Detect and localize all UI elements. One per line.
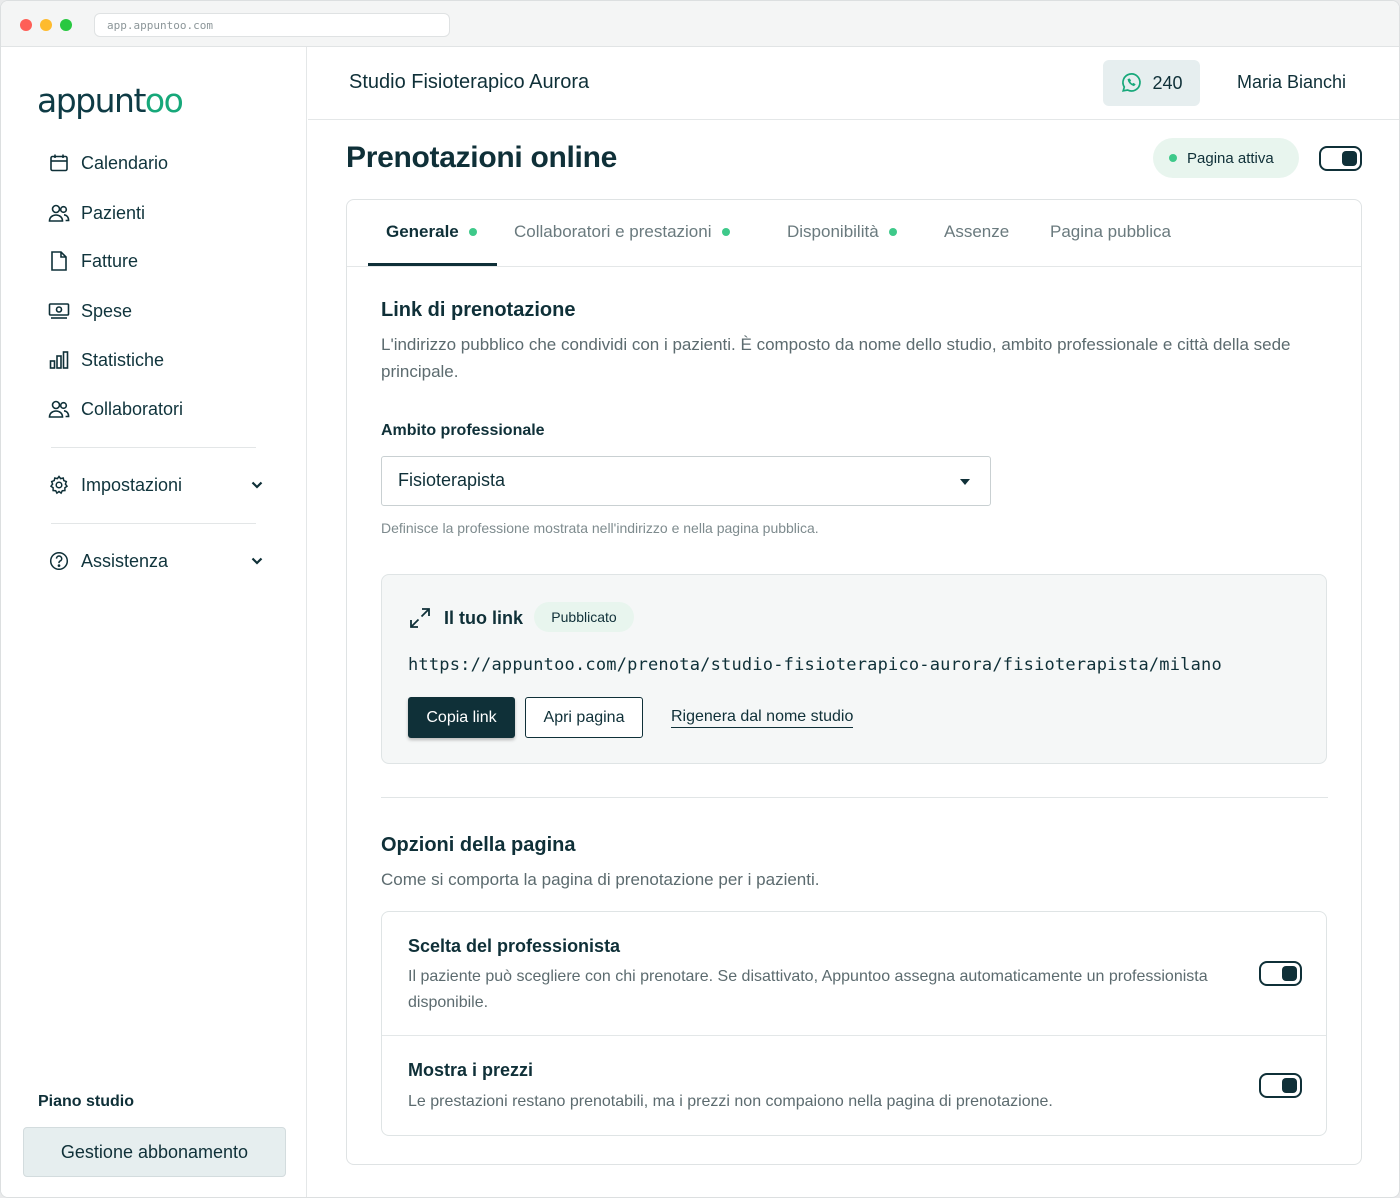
page-title: Prenotazioni online	[346, 141, 617, 174]
field-hint: Definisce la professione mostrata nell'i…	[381, 520, 819, 536]
link-box-title: Il tuo link	[444, 608, 523, 628]
section-description: Come si comporta la pagina di prenotazio…	[381, 870, 820, 889]
tab-pagina-pubblica[interactable]: Pagina pubblica	[1050, 222, 1171, 242]
expand-icon	[410, 608, 430, 628]
page-status-label: Pagina attiva	[1187, 149, 1274, 167]
users-icon	[47, 201, 71, 225]
gear-icon	[47, 473, 71, 497]
sidebar-item-label: Spese	[81, 300, 133, 321]
sidebar-item-label: Calendario	[81, 152, 169, 173]
sidebar-item-impostazioni[interactable]: Impostazioni	[39, 465, 279, 505]
cash-icon	[47, 299, 71, 323]
tab-label: Generale	[386, 222, 459, 241]
published-badge: Pubblicato	[534, 602, 634, 632]
bar-chart-icon	[47, 348, 71, 372]
professional-scope-select[interactable]: Fisioterapista	[381, 456, 991, 506]
sidebar-item-collaboratori[interactable]: Collaboratori	[39, 389, 279, 429]
option-description: Il paziente può scegliere con chi prenot…	[408, 968, 1208, 1011]
whatsapp-count: 240	[1152, 72, 1183, 93]
options-list: Scelta del professionista Il paziente pu…	[381, 911, 1327, 1136]
sidebar-item-calendario[interactable]: Calendario	[39, 143, 279, 183]
calendar-icon	[47, 151, 71, 175]
option-title: Mostra i prezzi	[408, 1060, 534, 1080]
option-title: Scelta del professionista	[408, 936, 621, 956]
copy-link-button[interactable]: Copia link	[408, 697, 515, 738]
page-status-badge: Pagina attiva	[1153, 138, 1299, 178]
section-divider	[381, 797, 1328, 798]
section-title-page-options: Opzioni della pagina	[381, 834, 576, 856]
page-active-toggle[interactable]	[1319, 146, 1362, 171]
chevron-down-icon[interactable]	[247, 551, 267, 571]
tab-disponibilita[interactable]: Disponibilità	[787, 222, 897, 242]
app-window: app.appuntoo.com appuntoo Calendario Paz…	[0, 0, 1400, 1198]
sidebar-item-statistiche[interactable]: Statistiche	[39, 340, 279, 380]
sidebar-item-label: Fatture	[81, 250, 139, 271]
tab-label: Assenze	[944, 222, 1010, 241]
tab-label: Disponibilità	[787, 222, 879, 241]
sidebar-item-label: Collaboratori	[81, 398, 184, 419]
logo-main: appunt	[37, 81, 146, 120]
users-icon	[47, 397, 71, 421]
tab-assenze[interactable]: Assenze	[944, 222, 1009, 242]
manage-subscription-button[interactable]: Gestione abbonamento	[23, 1127, 286, 1177]
studio-name[interactable]: Studio Fisioterapico Aurora	[349, 71, 589, 94]
regenerate-link[interactable]: Rigenera dal nome studio	[671, 708, 854, 728]
tab-status-dot	[888, 228, 897, 236]
section-title-booking-link: Link di prenotazione	[381, 299, 576, 321]
settings-card: Generale Collaboratori e prestazioni Dis…	[346, 199, 1362, 1165]
plan-label: Piano studio	[38, 1093, 134, 1110]
whatsapp-icon	[1120, 72, 1142, 94]
user-menu[interactable]: Maria Bianchi	[1237, 72, 1346, 93]
tab-collaboratori-prestazioni[interactable]: Collaboratori e prestazioni	[514, 222, 730, 242]
window-maximize-button[interactable]	[60, 19, 72, 31]
field-label: Ambito professionale	[381, 422, 545, 439]
window-minimize-button[interactable]	[40, 19, 52, 31]
option-divider	[382, 1035, 1326, 1036]
option-description: Le prestazioni restano prenotabili, ma i…	[408, 1093, 1053, 1110]
tab-status-dot	[468, 228, 477, 236]
logo-accent: oo	[144, 81, 184, 120]
sidebar-item-label: Impostazioni	[81, 474, 183, 495]
status-dot	[1169, 154, 1177, 162]
help-circle-icon	[47, 549, 71, 573]
toggle-knob	[1282, 1078, 1297, 1093]
choose-professional-toggle[interactable]	[1259, 961, 1302, 986]
address-bar[interactable]: app.appuntoo.com	[94, 13, 450, 37]
whatsapp-credits-button[interactable]: 240	[1103, 60, 1200, 106]
sidebar-divider	[51, 523, 256, 524]
toggle-knob	[1342, 151, 1357, 166]
select-value: Fisioterapista	[398, 470, 506, 490]
sidebar-item-label: Assistenza	[81, 550, 169, 571]
appuntoo-logo[interactable]: appuntoo	[37, 81, 184, 120]
tab-label: Collaboratori e prestazioni	[514, 222, 712, 241]
booking-url[interactable]: https://appuntoo.com/prenota/studio-fisi…	[408, 655, 1222, 675]
section-description: L'indirizzo pubblico che condividi con i…	[381, 335, 1291, 381]
window-close-button[interactable]	[20, 19, 32, 31]
caret-down-icon	[960, 479, 970, 485]
sidebar-item-assistenza[interactable]: Assistenza	[39, 541, 279, 581]
top-bar: Studio Fisioterapico Aurora 240 Maria Bi…	[308, 47, 1399, 120]
sidebar-item-fatture[interactable]: Fatture	[39, 241, 279, 281]
tab-label: Pagina pubblica	[1050, 222, 1171, 241]
sidebar: appuntoo Calendario Pazienti Fatture Spe…	[1, 47, 307, 1197]
document-icon	[47, 249, 71, 273]
show-prices-toggle[interactable]	[1259, 1073, 1302, 1098]
sidebar-item-label: Pazienti	[81, 202, 146, 223]
sidebar-item-label: Statistiche	[81, 349, 165, 370]
open-page-button[interactable]: Apri pagina	[525, 697, 643, 738]
chevron-down-icon[interactable]	[247, 475, 267, 495]
sidebar-item-pazienti[interactable]: Pazienti	[39, 193, 279, 233]
toggle-knob	[1282, 966, 1297, 981]
tab-status-dot	[721, 228, 730, 236]
sidebar-divider	[51, 447, 256, 448]
browser-toolbar: app.appuntoo.com	[1, 1, 1399, 47]
active-tab-indicator	[368, 263, 497, 266]
link-panel: Il tuo link Pubblicato https://appuntoo.…	[381, 574, 1327, 764]
tab-generale[interactable]: Generale	[386, 222, 477, 242]
tab-bar: Generale Collaboratori e prestazioni Dis…	[347, 200, 1361, 267]
sidebar-item-spese[interactable]: Spese	[39, 291, 279, 331]
